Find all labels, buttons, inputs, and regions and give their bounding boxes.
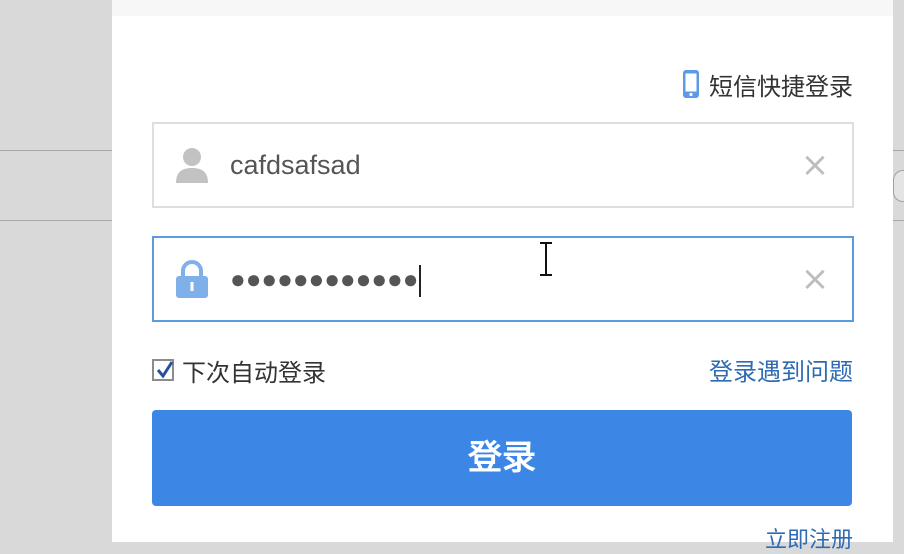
password-field[interactable]: ●●●●●●●●●●●● × <box>152 236 854 322</box>
background-partial-element <box>893 170 904 202</box>
register-link[interactable]: 立即注册 <box>765 528 853 554</box>
password-masked-value: ●●●●●●●●●●●● <box>230 264 419 294</box>
clear-password-icon[interactable]: × <box>800 262 830 296</box>
background-divider <box>0 220 112 221</box>
user-icon <box>174 146 210 184</box>
login-trouble-link[interactable]: 登录遇到问题 <box>709 352 853 392</box>
remember-me[interactable]: 下次自动登录 <box>152 352 326 388</box>
username-field[interactable]: cafdsafsad × <box>152 122 854 208</box>
remember-checkbox[interactable] <box>152 359 174 381</box>
background-divider <box>893 150 904 151</box>
username-value: cafdsafsad <box>230 150 361 180</box>
text-caret <box>419 264 422 297</box>
remember-label: 下次自动登录 <box>182 358 326 387</box>
login-panel: 短信快捷登录 cafdsafsad × ●●●●●●●●●●●● × 下次自动登… <box>112 0 893 553</box>
sms-quick-login-link[interactable]: 短信快捷登录 <box>681 66 853 102</box>
background-divider <box>893 220 904 221</box>
clear-username-icon[interactable]: × <box>800 148 830 182</box>
password-value-wrap: ●●●●●●●●●●●● <box>230 238 422 320</box>
background-divider <box>0 150 112 151</box>
lock-icon <box>174 260 210 298</box>
text-cursor-icon <box>540 242 552 276</box>
login-button[interactable]: 登录 <box>152 410 852 506</box>
panel-header-strip <box>112 0 893 16</box>
phone-icon <box>681 69 701 99</box>
sms-quick-login-label: 短信快捷登录 <box>709 72 853 101</box>
